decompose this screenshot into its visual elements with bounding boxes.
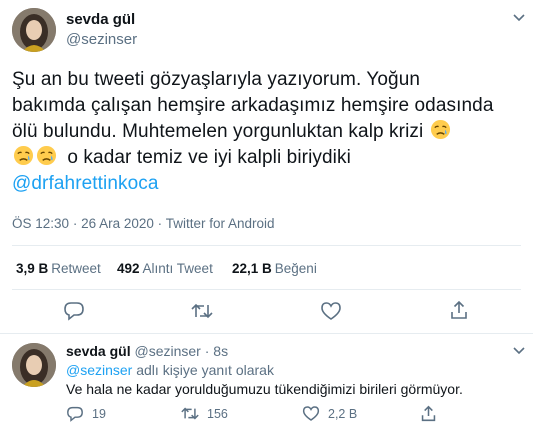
like-count: 22,1 B bbox=[232, 261, 272, 276]
divider bbox=[0, 333, 533, 334]
retweet-icon bbox=[181, 407, 199, 420]
retweet-label: Retweet bbox=[51, 261, 101, 276]
sad-face-emoji-icon bbox=[430, 119, 451, 140]
reply-text: Ve hala ne kadar yorulduğumuzu tükendiği… bbox=[66, 381, 463, 397]
user-handle[interactable]: @sezinser bbox=[66, 31, 137, 48]
tweet-meta: ÖS 12:30 · 26 Ara 2020 · Twitter for And… bbox=[12, 216, 275, 231]
tweet-text-line: bakımda çalışan hemşire arkadaşımız hemş… bbox=[12, 95, 494, 116]
divider bbox=[12, 289, 521, 290]
tweet-time[interactable]: ÖS 12:30 bbox=[12, 216, 69, 231]
reply-user-handle[interactable]: @sezinser bbox=[134, 343, 200, 359]
tweet-text-segment: ölü bulundu. Muhtemelen yorgunluktan kal… bbox=[12, 121, 424, 142]
avatar[interactable] bbox=[12, 343, 56, 387]
share-icon bbox=[421, 405, 436, 422]
reply-like-count: 2,2 B bbox=[328, 406, 358, 421]
more-options-icon[interactable] bbox=[512, 343, 526, 360]
heart-icon bbox=[302, 406, 320, 421]
sad-face-emoji-icon bbox=[13, 145, 34, 166]
like-label: Beğeni bbox=[274, 261, 317, 276]
sad-face-emoji-icon bbox=[36, 145, 57, 166]
meta-separator: · bbox=[72, 216, 78, 231]
retweet-icon bbox=[191, 303, 213, 319]
tweet-text-line: Şu an bu tweeti gözyaşlarıyla yazıyorum.… bbox=[12, 69, 421, 90]
reply-display-name[interactable]: sevda gül bbox=[66, 343, 131, 359]
like-stat[interactable]: 22,1 B Beğeni bbox=[232, 261, 317, 276]
replying-to-suffix: adlı kişiye yanıt olarak bbox=[136, 362, 274, 378]
share-icon bbox=[451, 300, 467, 319]
reply-header: sevda gül @sezinser · 8s bbox=[66, 343, 228, 359]
retweet-count: 3,9 B bbox=[16, 261, 49, 276]
tweet-source[interactable]: Twitter for Android bbox=[166, 216, 275, 231]
more-options-icon[interactable] bbox=[512, 10, 526, 27]
quote-label: Alıntı Tweet bbox=[142, 261, 213, 276]
reply-like-button[interactable]: 2,2 B bbox=[302, 406, 357, 421]
tweet-text-segment: o kadar temiz ve iyi kalpli biriydiki bbox=[67, 147, 351, 168]
share-button[interactable] bbox=[449, 300, 469, 320]
tweet-date[interactable]: 26 Ara 2020 bbox=[81, 216, 154, 231]
reply-retweet-count: 156 bbox=[207, 406, 228, 421]
like-button[interactable] bbox=[320, 302, 342, 320]
avatar[interactable] bbox=[12, 8, 56, 52]
tweet-text: Şu an bu tweeti gözyaşlarıyla yazıyorum.… bbox=[12, 67, 522, 197]
reply-button[interactable] bbox=[63, 301, 85, 321]
reply-reply-button[interactable]: 19 bbox=[66, 406, 106, 422]
tweet-text-line: o kadar temiz ve iyi kalpli biriydiki bbox=[12, 145, 522, 171]
heart-icon bbox=[321, 302, 341, 320]
reply-retweet-button[interactable]: 156 bbox=[181, 406, 228, 421]
reply-age[interactable]: 8s bbox=[213, 343, 228, 359]
retweet-stat[interactable]: 3,9 B Retweet bbox=[16, 261, 101, 276]
display-name[interactable]: sevda gül bbox=[66, 11, 135, 28]
reply-count: 19 bbox=[92, 407, 106, 421]
retweet-button[interactable] bbox=[191, 302, 213, 320]
tweet-text-line: ölü bulundu. Muhtemelen yorgunluktan kal… bbox=[12, 119, 522, 145]
replying-to-handle[interactable]: @sezinser bbox=[66, 362, 132, 378]
reply-icon bbox=[67, 406, 83, 422]
meta-separator: · bbox=[157, 216, 163, 231]
quote-stat[interactable]: 492 Alıntı Tweet bbox=[117, 261, 213, 276]
replying-to: @sezinser adlı kişiye yanıt olarak bbox=[66, 362, 274, 378]
reply-share-button[interactable] bbox=[420, 405, 437, 427]
quote-count: 492 bbox=[117, 261, 140, 276]
mention-link[interactable]: @drfahrettinkoca bbox=[12, 171, 522, 197]
meta-separator: · bbox=[204, 343, 210, 359]
reply-icon bbox=[64, 302, 84, 321]
divider bbox=[12, 245, 521, 246]
